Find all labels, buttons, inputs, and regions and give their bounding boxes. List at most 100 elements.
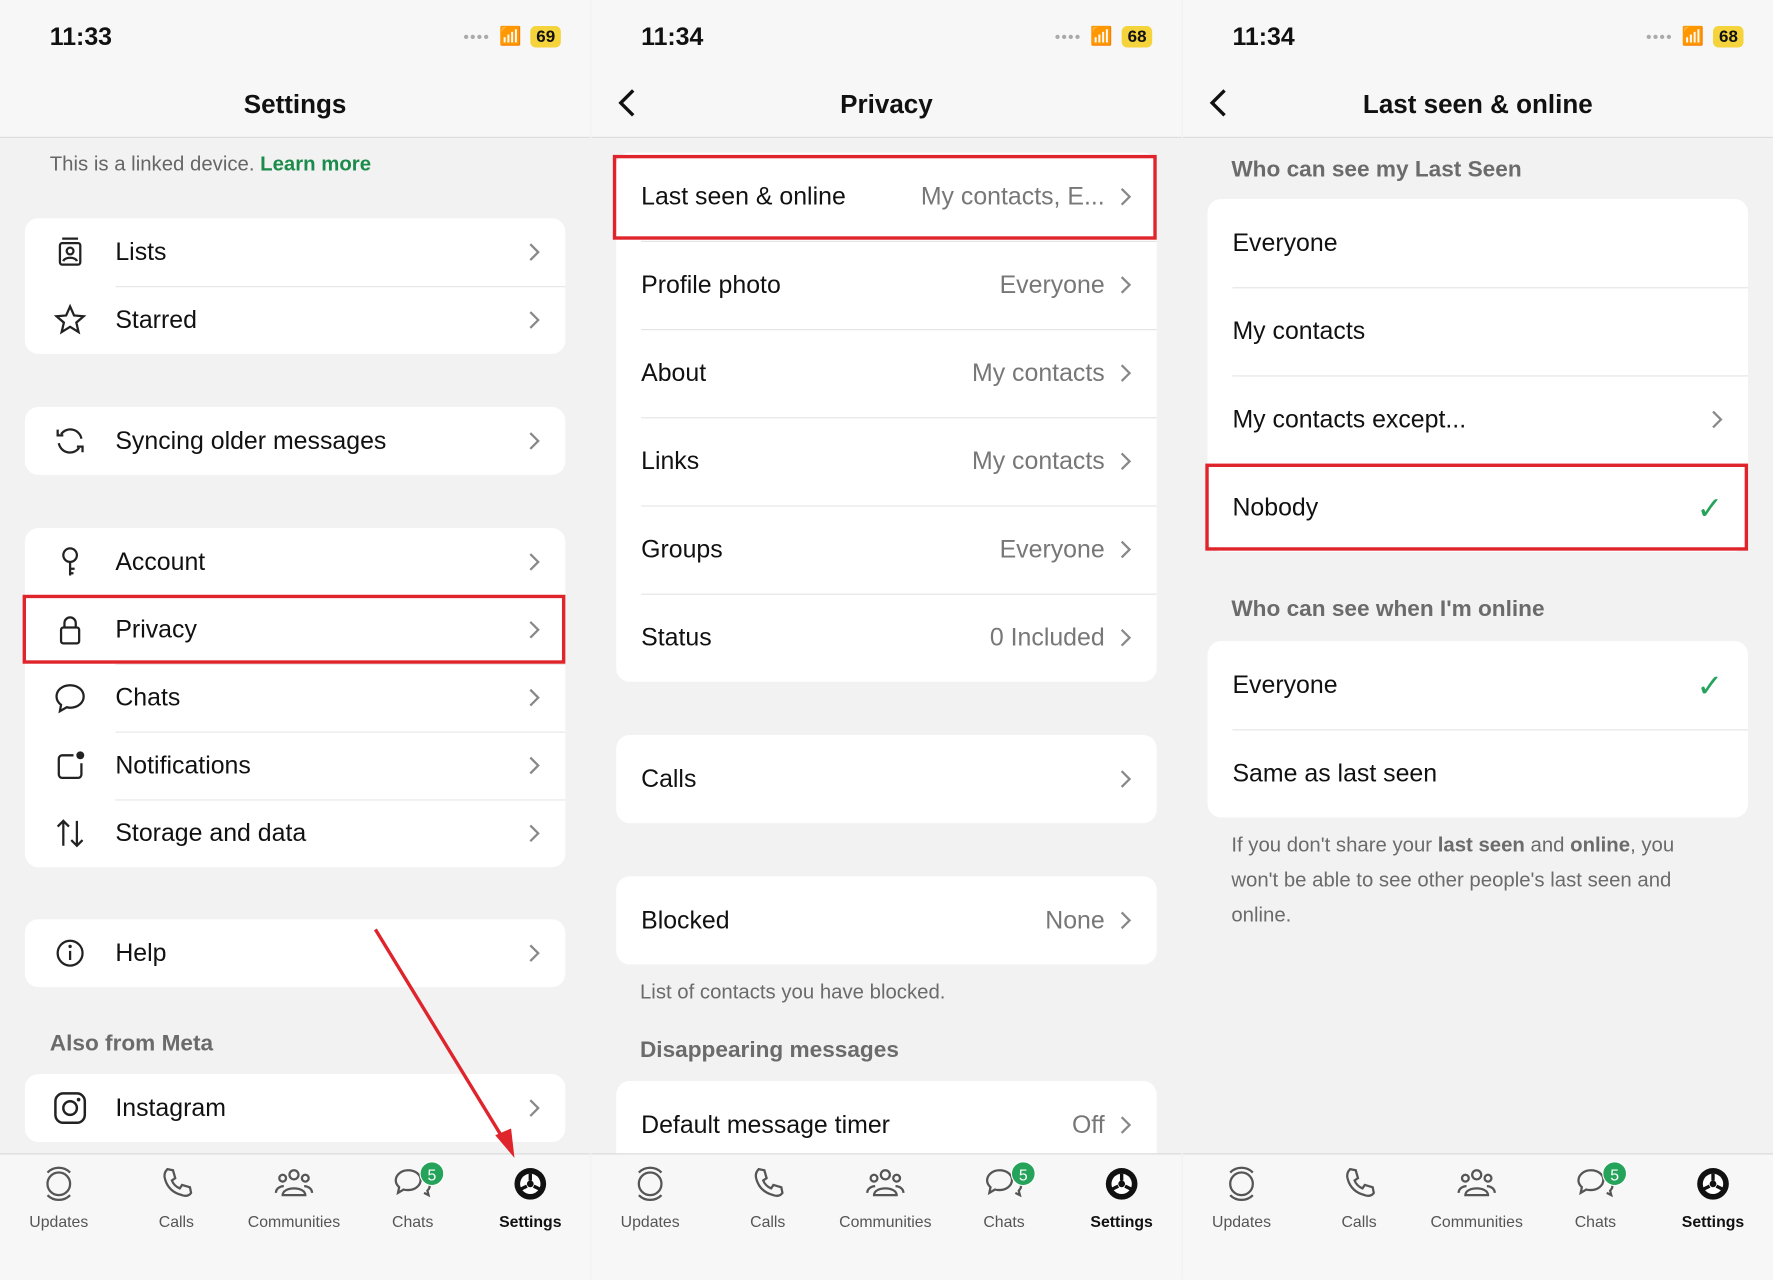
item-value: 0 Included [989, 623, 1105, 652]
status-time: 11:33 [49, 22, 113, 51]
option-label: My contacts except... [1232, 404, 1467, 434]
disappearing-header: Disappearing messages [639, 1037, 899, 1063]
communities-icon [274, 1169, 314, 1197]
tab-settings[interactable]: Settings [1654, 1163, 1772, 1230]
option-label: Same as last seen [1232, 758, 1438, 787]
tab-bar: Updates Calls Communities 5 Chats Settings [1182, 1153, 1773, 1280]
settings-item-syncing-older-messages[interactable]: Syncing older messages [25, 407, 565, 475]
tab-chats[interactable]: 5 Chats [945, 1161, 1063, 1230]
privacy-item-profile-photo[interactable]: Profile photo Everyone [616, 240, 1157, 329]
tab-chats[interactable]: 5 Chats [1537, 1161, 1655, 1230]
tab-settings[interactable]: Settings [1063, 1163, 1181, 1230]
settings-item-label: Privacy [115, 615, 197, 644]
chevron-right-icon [1120, 188, 1132, 206]
settings-item-starred[interactable]: Starred [25, 286, 566, 354]
item-label: Profile photo [641, 270, 781, 299]
settings-item-storage-and-data[interactable]: Storage and data [25, 799, 566, 867]
item-label: Links [641, 446, 700, 475]
settings-item-label: Instagram [115, 1093, 226, 1122]
settings-item-notifications[interactable]: Notifications [25, 731, 566, 800]
privacy-item-about[interactable]: About My contacts [616, 329, 1157, 417]
tab-communities[interactable]: Communities [1418, 1163, 1536, 1230]
settings-item-instagram[interactable]: Instagram [25, 1074, 565, 1142]
privacy-item-status[interactable]: Status 0 Included [616, 593, 1157, 682]
page-title: Privacy [840, 89, 933, 119]
option-label: Everyone [1232, 670, 1338, 699]
item-value: My contacts [971, 446, 1105, 475]
item-label: Default message timer [641, 1110, 890, 1139]
privacy-item-calls[interactable]: Calls [616, 735, 1156, 823]
tab-updates[interactable]: Updates [1183, 1163, 1301, 1230]
tab-calls[interactable]: Calls [118, 1163, 236, 1230]
item-label: Calls [641, 764, 697, 793]
option-my-contacts-except[interactable]: My contacts except... [1208, 375, 1749, 463]
blocked-card: Blocked None [616, 876, 1157, 965]
key-icon [47, 539, 92, 584]
tab-calls[interactable]: Calls [709, 1163, 827, 1230]
privacy-item-groups[interactable]: Groups Everyone [616, 505, 1157, 593]
tab-label: Chats [392, 1212, 434, 1231]
option-same-as-last-seen[interactable]: Same as last seen [1208, 729, 1749, 817]
chevron-right-icon [529, 553, 540, 571]
settings-item-help[interactable]: Help [25, 919, 565, 987]
tab-settings[interactable]: Settings [472, 1163, 590, 1230]
wifi-icon: 📶 [1090, 27, 1113, 47]
tab-updates[interactable]: Updates [0, 1163, 118, 1230]
settings-icon [1105, 1168, 1138, 1200]
chevron-right-icon [1120, 364, 1132, 382]
settings-item-label: Storage and data [115, 818, 307, 847]
calls-icon [163, 1167, 193, 1197]
last-seen-options: Everyone My contacts My contacts except...… [1207, 199, 1749, 552]
tab-label: Updates [29, 1212, 89, 1231]
option-nobody[interactable]: Nobody ✓ [1208, 463, 1749, 552]
item-value: None [1045, 905, 1105, 934]
tab-bar: Updates Calls Communities 5 Chats Settings [591, 1153, 1182, 1280]
tab-communities[interactable]: Communities [827, 1163, 945, 1230]
battery-icon: 69 [530, 25, 561, 47]
linked-device-note: This is a linked device. Learn more [50, 153, 371, 177]
tab-label: Calls [750, 1212, 786, 1231]
item-label: Groups [641, 534, 723, 564]
lists-icon [47, 230, 92, 275]
tab-label: Settings [1681, 1212, 1745, 1231]
page-title: Last seen & online [1362, 89, 1593, 119]
settings-screen: 11:33 •••• 📶 69 Settings This is a linked … [0, 0, 591, 1280]
tab-communities[interactable]: Communities [235, 1163, 353, 1230]
group-main: Account Privacy Chats Notifications Storage … [24, 528, 566, 868]
group-help: Help [24, 919, 566, 988]
settings-item-label: Account [115, 547, 206, 576]
tab-calls[interactable]: Calls [1300, 1163, 1418, 1230]
settings-item-privacy[interactable]: Privacy [25, 595, 566, 664]
settings-item-chats[interactable]: Chats [25, 663, 566, 732]
tab-bar: Updates Calls Communities 5 Chats Settings [0, 1153, 591, 1280]
privacy-list: Last seen & online My contacts, E... Profi… [616, 152, 1157, 682]
settings-item-label: Chats [115, 682, 181, 712]
unread-badge: 5 [1602, 1161, 1628, 1187]
tab-label: Calls [158, 1212, 194, 1231]
tab-label: Calls [1341, 1212, 1377, 1231]
settings-item-lists[interactable]: Lists [25, 218, 565, 286]
chevron-right-icon [1120, 629, 1132, 647]
learn-more-link[interactable]: Learn more [260, 153, 371, 176]
item-value: Everyone [999, 534, 1105, 564]
wifi-icon: 📶 [1681, 27, 1705, 47]
chevron-right-icon [529, 1099, 540, 1117]
tab-updates[interactable]: Updates [591, 1163, 709, 1230]
unread-badge: 5 [419, 1161, 445, 1187]
option-everyone[interactable]: Everyone [1208, 199, 1748, 287]
status-icons: •••• 📶 68 [1055, 25, 1153, 48]
chevron-right-icon [1712, 410, 1723, 429]
option-everyone[interactable]: Everyone ✓ [1208, 641, 1748, 729]
tab-chats[interactable]: 5 Chats [354, 1161, 472, 1231]
privacy-item-blocked[interactable]: Blocked None [616, 876, 1156, 964]
privacy-item-links[interactable]: Links My contacts [616, 417, 1157, 505]
settings-item-account[interactable]: Account [25, 528, 565, 596]
settings-icon [514, 1168, 547, 1200]
group-meta: Instagram [24, 1074, 566, 1143]
note-text: If you don't share your [1231, 833, 1438, 856]
item-label: About [641, 358, 707, 387]
option-my-contacts[interactable]: My contacts [1208, 287, 1749, 375]
info-icon [47, 931, 92, 976]
privacy-item-last-seen-online[interactable]: Last seen & online My contacts, E... [616, 153, 1156, 241]
option-label: My contacts [1232, 316, 1366, 345]
